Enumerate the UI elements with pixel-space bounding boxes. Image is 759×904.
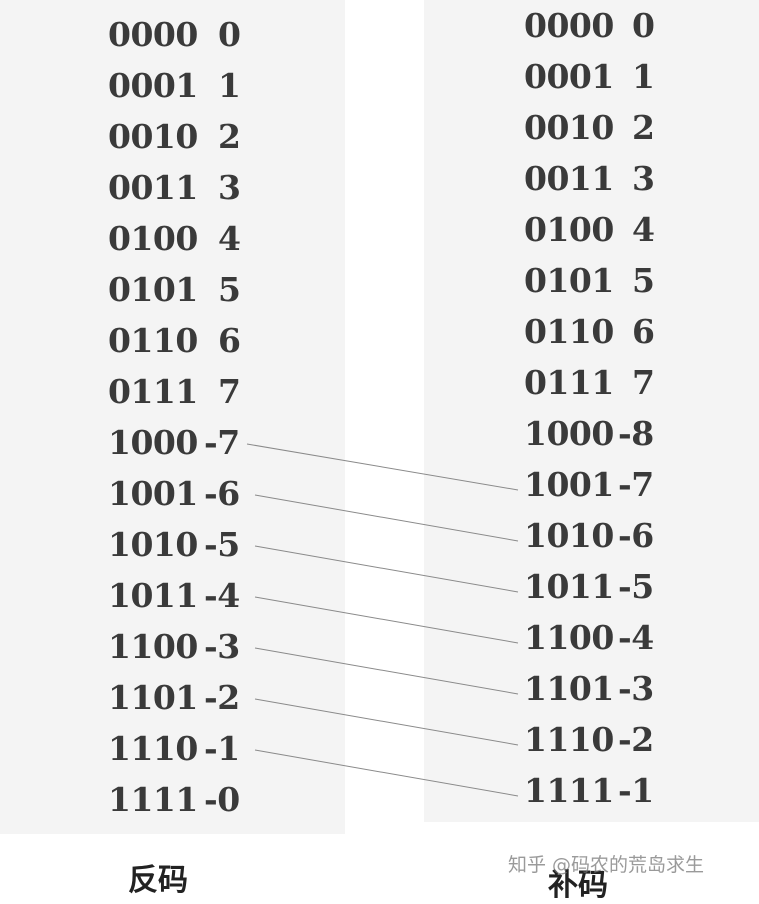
left-binary-value: 0010 — [108, 117, 198, 156]
right-decimal-value: 0 — [632, 6, 655, 45]
right-binary-value: 0110 — [524, 312, 614, 351]
right-binary-value: 0000 — [524, 6, 614, 45]
right-binary-value: 1000 — [524, 414, 614, 453]
right-decimal-value: -8 — [618, 414, 654, 453]
right-row: 0100 4 — [524, 213, 684, 249]
left-binary-value: 1111 — [108, 780, 198, 819]
left-row: 1110 -1 — [108, 732, 268, 768]
left-row: 0100 4 — [108, 222, 268, 258]
right-binary-value: 1101 — [524, 669, 614, 708]
zhihu-watermark: 知乎 @码农的荒岛求生 — [508, 854, 705, 876]
right-decimal-value: 3 — [632, 159, 655, 198]
left-decimal-value: -7 — [204, 423, 240, 462]
left-binary-value: 0000 — [108, 15, 198, 54]
right-row: 1101 -3 — [524, 672, 684, 708]
right-binary-value: 0101 — [524, 261, 614, 300]
right-binary-value: 1100 — [524, 618, 614, 657]
right-binary-value: 0011 — [524, 159, 614, 198]
left-binary-value: 1000 — [108, 423, 198, 462]
right-row: 1010 -6 — [524, 519, 684, 555]
left-row: 0101 5 — [108, 273, 268, 309]
left-binary-value: 1101 — [108, 678, 198, 717]
left-binary-value: 0001 — [108, 66, 198, 105]
left-decimal-value: 3 — [218, 168, 241, 207]
right-binary-value: 0001 — [524, 57, 614, 96]
left-decimal-value: 2 — [218, 117, 241, 156]
left-decimal-value: -1 — [204, 729, 240, 768]
left-binary-value: 0111 — [108, 372, 198, 411]
right-binary-value: 0111 — [524, 363, 614, 402]
left-binary-value: 1100 — [108, 627, 198, 666]
right-row: 0111 7 — [524, 366, 684, 402]
left-decimal-value: 0 — [218, 15, 241, 54]
right-decimal-value: -2 — [618, 720, 654, 759]
right-decimal-value: 7 — [632, 363, 655, 402]
left-row: 1000 -7 — [108, 426, 268, 462]
right-row: 1011 -5 — [524, 570, 684, 606]
right-binary-value: 1111 — [524, 771, 614, 810]
right-binary-value: 0100 — [524, 210, 614, 249]
right-row: 1100 -4 — [524, 621, 684, 657]
left-row: 1111 -0 — [108, 783, 268, 819]
left-binary-value: 0101 — [108, 270, 198, 309]
right-decimal-value: -4 — [618, 618, 654, 657]
left-decimal-value: -4 — [204, 576, 240, 615]
left-row: 1100 -3 — [108, 630, 268, 666]
left-binary-value: 0011 — [108, 168, 198, 207]
right-row: 0101 5 — [524, 264, 684, 300]
left-decimal-value: -0 — [204, 780, 240, 819]
right-decimal-value: 1 — [632, 57, 655, 96]
right-decimal-value: 6 — [632, 312, 655, 351]
right-row: 1001 -7 — [524, 468, 684, 504]
right-binary-value: 1001 — [524, 465, 614, 504]
right-binary-value: 1011 — [524, 567, 614, 606]
left-row: 0001 1 — [108, 69, 268, 105]
left-row: 0010 2 — [108, 120, 268, 156]
right-binary-value: 1010 — [524, 516, 614, 555]
right-decimal-value: -5 — [618, 567, 654, 606]
left-row: 1011 -4 — [108, 579, 268, 615]
left-binary-value: 0110 — [108, 321, 198, 360]
left-binary-value: 1110 — [108, 729, 198, 768]
left-decimal-value: 5 — [218, 270, 241, 309]
right-decimal-value: -3 — [618, 669, 654, 708]
right-row: 0001 1 — [524, 60, 684, 96]
right-row: 0010 2 — [524, 111, 684, 147]
right-row: 0000 0 — [524, 9, 684, 45]
right-row: 0110 6 — [524, 315, 684, 351]
left-decimal-value: 4 — [218, 219, 241, 258]
left-row: 0000 0 — [108, 18, 268, 54]
left-row: 1001 -6 — [108, 477, 268, 513]
left-binary-value: 0100 — [108, 219, 198, 258]
left-row: 0110 6 — [108, 324, 268, 360]
left-row: 0111 7 — [108, 375, 268, 411]
right-binary-value: 1110 — [524, 720, 614, 759]
left-binary-value: 1001 — [108, 474, 198, 513]
right-decimal-value: 4 — [632, 210, 655, 249]
left-decimal-value: -6 — [204, 474, 240, 513]
left-decimal-value: -5 — [204, 525, 240, 564]
right-row: 1110 -2 — [524, 723, 684, 759]
right-decimal-value: 5 — [632, 261, 655, 300]
left-decimal-value: -3 — [204, 627, 240, 666]
ones-complement-caption: 反码 — [128, 863, 188, 898]
left-decimal-value: -2 — [204, 678, 240, 717]
right-binary-value: 0010 — [524, 108, 614, 147]
right-decimal-value: -6 — [618, 516, 654, 555]
right-decimal-value: -7 — [618, 465, 654, 504]
left-row: 0011 3 — [108, 171, 268, 207]
right-decimal-value: 2 — [632, 108, 655, 147]
left-row: 1010 -5 — [108, 528, 268, 564]
left-decimal-value: 6 — [218, 321, 241, 360]
left-decimal-value: 1 — [218, 66, 241, 105]
left-decimal-value: 7 — [218, 372, 241, 411]
left-binary-value: 1011 — [108, 576, 198, 615]
left-binary-value: 1010 — [108, 525, 198, 564]
right-row: 1111 -1 — [524, 774, 684, 810]
right-decimal-value: -1 — [618, 771, 654, 810]
right-row: 0011 3 — [524, 162, 684, 198]
left-row: 1101 -2 — [108, 681, 268, 717]
right-row: 1000 -8 — [524, 417, 684, 453]
